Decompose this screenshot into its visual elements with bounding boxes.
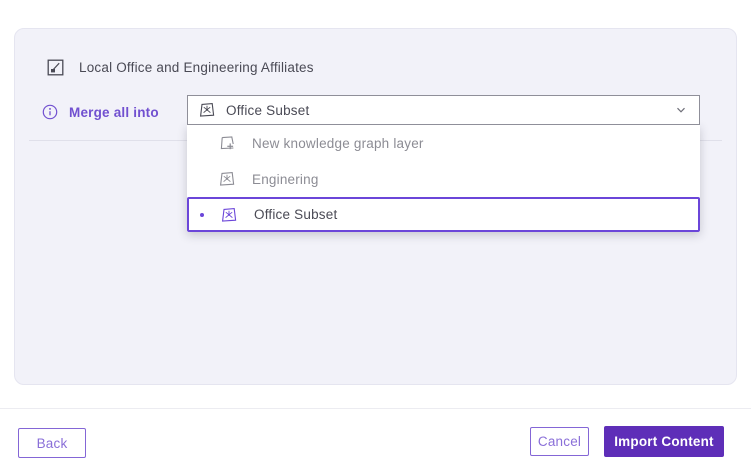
knowledge-graph-layer-icon [220,206,238,224]
import-content-button[interactable]: Import Content [604,426,724,457]
dropdown-option-office-subset[interactable]: Office Subset [187,197,700,232]
knowledge-graph-layer-icon [218,170,236,188]
dropdown-selected-value: Office Subset [226,103,673,118]
merge-target-dropdown[interactable]: Office Subset [187,95,700,125]
merge-row: Merge all into [42,97,159,127]
back-button[interactable]: Back [18,428,86,458]
dropdown-option-label: Office Subset [254,207,337,222]
selected-bullet-dot [200,213,204,217]
link-chart-icon [47,59,64,76]
merge-target-dropdown-menu: New knowledge graph layer Enginering [187,125,700,232]
dropdown-option-enginering[interactable]: Enginering [187,161,700,197]
footer-divider [0,408,751,409]
knowledge-graph-layer-icon [198,101,216,119]
dropdown-option-label: Enginering [252,172,319,187]
merge-all-into-label: Merge all into [69,105,159,120]
source-layer-row: Local Office and Engineering Affiliates [47,56,314,78]
info-icon [42,104,58,120]
chevron-down-icon [673,102,689,118]
dropdown-option-label: New knowledge graph layer [252,136,424,151]
dropdown-option-new-knowledge-graph-layer[interactable]: New knowledge graph layer [187,125,700,161]
cancel-button[interactable]: Cancel [530,427,589,456]
source-layer-label: Local Office and Engineering Affiliates [79,60,314,75]
new-knowledge-graph-layer-icon [218,134,236,152]
